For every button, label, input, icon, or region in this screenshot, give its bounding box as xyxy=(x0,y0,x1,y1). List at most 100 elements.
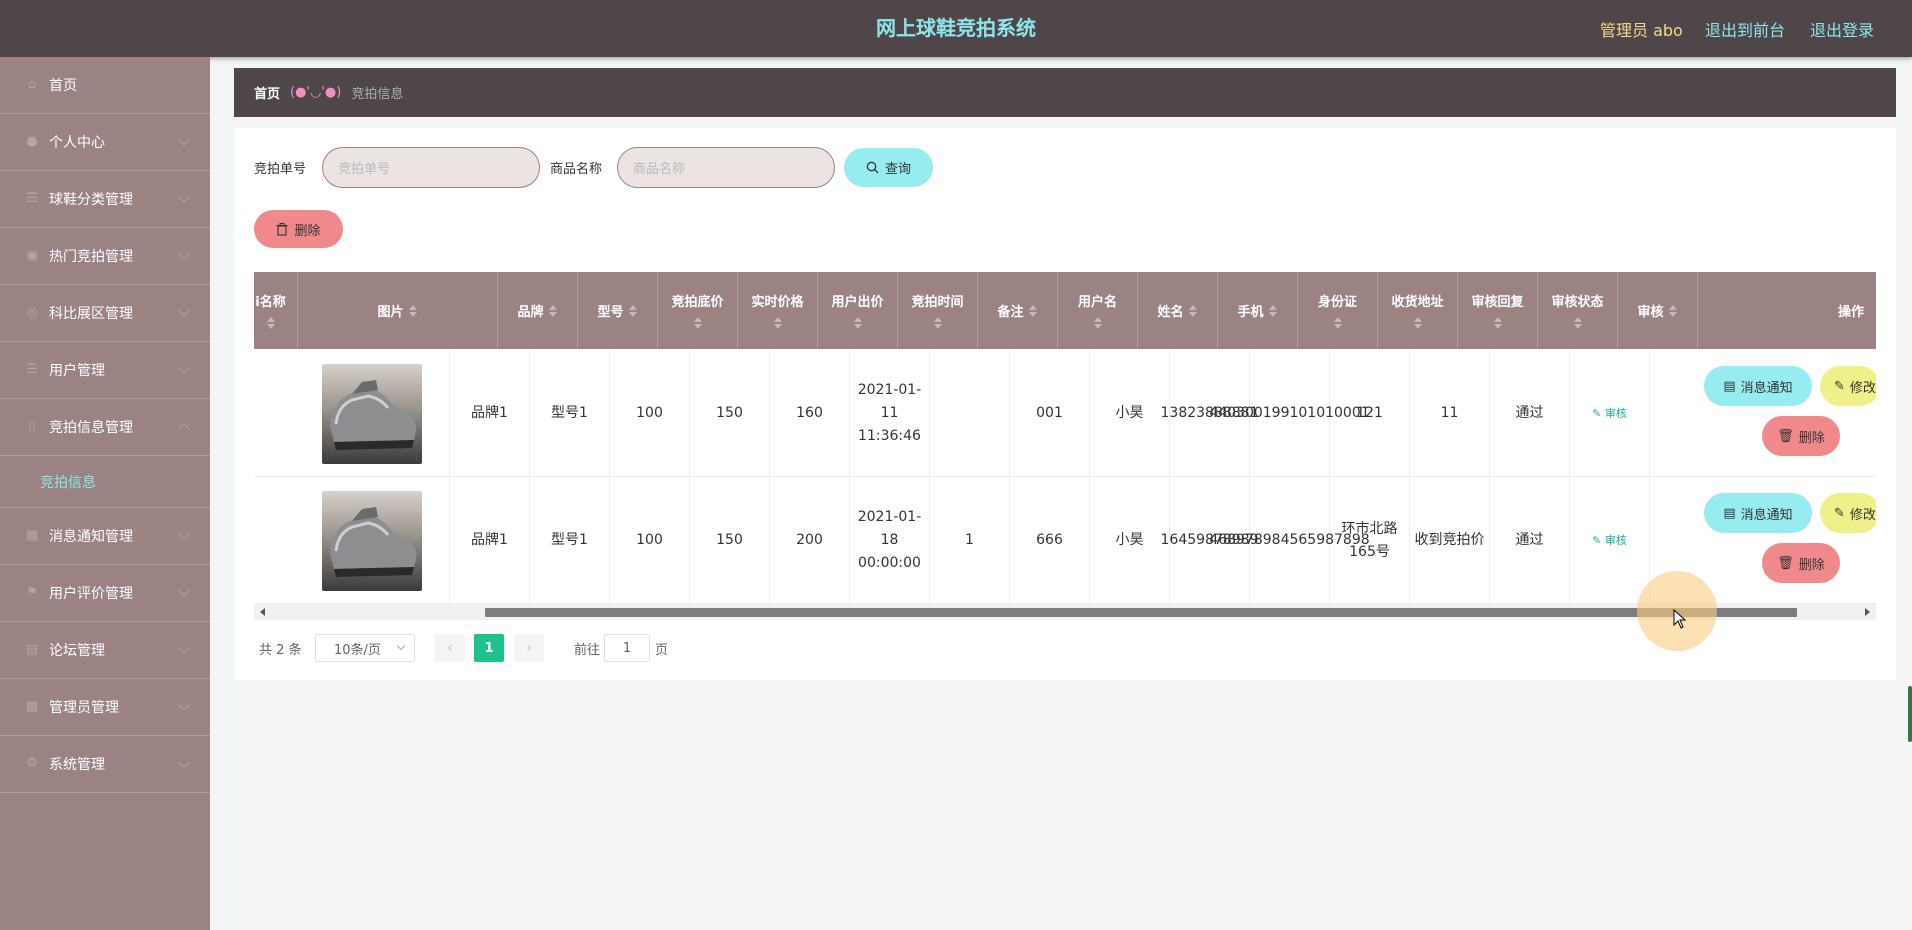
sidebar-item-label: 管理员管理 xyxy=(49,700,119,716)
edit-icon: ✎ xyxy=(1592,407,1605,420)
column-header-review-status[interactable]: 审核状态 xyxy=(1538,272,1618,349)
delete-button[interactable]: 🗑 删除 xyxy=(1762,416,1840,456)
column-header-brand[interactable]: 品牌 xyxy=(498,272,578,349)
review-link-label: 审核 xyxy=(1604,534,1627,547)
goto-label: 前往 xyxy=(574,643,601,658)
sidebar-item-category[interactable]: ☰ 球鞋分类管理 xyxy=(0,171,210,228)
column-header-product-name[interactable]: i名称 xyxy=(254,272,298,349)
shoe-icon xyxy=(329,379,416,450)
notify-button[interactable]: ▤ 消息通知 xyxy=(1704,366,1812,406)
notify-button-label: 消息通知 xyxy=(1740,380,1793,396)
column-header-name[interactable]: 姓名 xyxy=(1138,272,1218,349)
prev-page-button[interactable]: ‹ xyxy=(435,634,465,662)
column-header-image[interactable]: 图片 xyxy=(298,272,498,349)
page-number-current[interactable]: 1 xyxy=(474,634,504,662)
review-link[interactable]: ✎ 审核 xyxy=(1570,350,1650,477)
next-page-button[interactable]: › xyxy=(514,634,544,662)
sort-icon xyxy=(1413,316,1423,330)
column-header-remark[interactable]: 备注 xyxy=(978,272,1058,349)
column-header-address[interactable]: 收货地址 xyxy=(1378,272,1458,349)
table-horizontal-scrollbar[interactable] xyxy=(254,604,1876,620)
auction-no-label: 竞拍单号 xyxy=(254,162,307,177)
review-status-cell: 通过 xyxy=(1490,350,1570,477)
review-reply-cell: 11 xyxy=(1410,350,1490,477)
batch-delete-button[interactable]: 删除 xyxy=(254,210,343,248)
chevron-down-icon xyxy=(178,248,190,260)
remark-cell xyxy=(930,350,1010,477)
bid-cell: 200 xyxy=(770,477,850,604)
sidebar: ⌂ 首页 ● 个人中心 ☰ 球鞋分类管理 ▣ 热门竞拍管理 ◎ 科比展区管理 ☰ 用户管理 … xyxy=(0,57,210,930)
column-header-live-price[interactable]: 实时价格 xyxy=(738,272,818,349)
product-image[interactable] xyxy=(321,363,422,464)
column-header-review-reply[interactable]: 审核回复 xyxy=(1458,272,1538,349)
auction-no-input[interactable]: 竞拍单号 xyxy=(322,147,540,188)
sort-icon xyxy=(1668,304,1678,318)
sidebar-subitem-auction-info[interactable]: 竞拍信息 xyxy=(0,456,210,508)
table-header: i名称 图片 品牌 型号 竞拍底价 实时价格 用户出价 竞拍时间 备注 用户名 … xyxy=(254,272,1876,349)
sidebar-item-label: 竞拍信息管理 xyxy=(49,420,133,436)
column-header-model[interactable]: 型号 xyxy=(578,272,658,349)
time-cell: 2021-01-18 00:00:00 xyxy=(850,477,930,604)
document-icon: ▤ xyxy=(1723,378,1736,394)
review-link[interactable]: ✎ 审核 xyxy=(1570,477,1650,604)
column-label: 身份证 xyxy=(1317,295,1357,310)
column-header-base-price[interactable]: 竞拍底价 xyxy=(658,272,738,349)
scroll-right-icon[interactable] xyxy=(1865,608,1870,616)
page-size-select[interactable]: 10条/页 xyxy=(315,634,415,662)
notify-button[interactable]: ▤ 消息通知 xyxy=(1704,493,1812,533)
column-label: 竞拍底价 xyxy=(671,295,724,310)
chevron-down-icon xyxy=(178,134,190,146)
delete-button[interactable]: 🗑 删除 xyxy=(1762,543,1840,583)
sidebar-item-users[interactable]: ☰ 用户管理 xyxy=(0,342,210,399)
edit-button[interactable]: ✎ 修改 xyxy=(1820,366,1876,406)
column-label: 用户出价 xyxy=(831,295,884,310)
logout-link[interactable]: 退出登录 xyxy=(1810,17,1874,41)
scrollbar-thumb[interactable] xyxy=(485,608,1797,617)
table-row: 品牌1 型号1 100 150 200 2021-01-18 00:00:00 … xyxy=(254,477,1876,604)
sidebar-item-profile[interactable]: ● 个人中心 xyxy=(0,114,210,171)
name-cell: 小昊 xyxy=(1090,477,1170,604)
column-label: 用户名 xyxy=(1077,295,1117,310)
query-button-label: 查询 xyxy=(884,162,911,177)
table-row: 品牌1 型号1 100 150 160 2021-01-11 11:36:46 … xyxy=(254,350,1876,477)
column-header-username[interactable]: 用户名 xyxy=(1058,272,1138,349)
sidebar-item-auction-info[interactable]: ▯ 竞拍信息管理 xyxy=(0,399,210,456)
product-image[interactable] xyxy=(321,490,422,591)
shoe-icon xyxy=(329,506,416,577)
user-icon: ● xyxy=(26,134,38,149)
sidebar-item-notifications[interactable]: ▦ 消息通知管理 xyxy=(0,508,210,565)
sidebar-item-system[interactable]: ⚙ 系统管理 xyxy=(0,736,210,793)
edit-button[interactable]: ✎ 修改 xyxy=(1820,493,1876,533)
goto-page-input[interactable]: 1 xyxy=(604,634,650,662)
breadcrumb-home[interactable]: 首页 xyxy=(254,83,280,102)
model-cell: 型号1 xyxy=(530,350,610,477)
edit-button-label: 修改 xyxy=(1849,507,1876,523)
goto-suffix: 页 xyxy=(655,643,669,658)
column-header-bid[interactable]: 用户出价 xyxy=(818,272,898,349)
pencil-icon: ✎ xyxy=(1834,378,1845,394)
breadcrumb-separator: (●'◡'●) xyxy=(290,85,342,100)
sidebar-item-home[interactable]: ⌂ 首页 xyxy=(0,57,210,114)
column-header-phone[interactable]: 手机 xyxy=(1218,272,1298,349)
column-header-id-card[interactable]: 身份证 xyxy=(1298,272,1378,349)
sidebar-item-reviews[interactable]: ⚑ 用户评价管理 xyxy=(0,565,210,622)
sidebar-item-kobe-zone[interactable]: ◎ 科比展区管理 xyxy=(0,285,210,342)
sidebar-item-hot-auction[interactable]: ▣ 热门竞拍管理 xyxy=(0,228,210,285)
sort-icon xyxy=(628,304,638,318)
query-button[interactable]: 查询 xyxy=(844,148,933,187)
trash-icon: 🗑 xyxy=(1777,428,1794,444)
sidebar-item-forum[interactable]: ▤ 论坛管理 xyxy=(0,622,210,679)
back-to-front-link[interactable]: 退出到前台 xyxy=(1705,17,1785,41)
doc-icon: ▯ xyxy=(28,419,36,434)
column-header-review[interactable]: 审核 xyxy=(1618,272,1698,349)
side-tab[interactable] xyxy=(1908,686,1912,742)
sort-icon xyxy=(1188,304,1198,318)
sort-icon xyxy=(408,304,418,318)
bell-icon: ▦ xyxy=(25,528,39,543)
sidebar-item-admins[interactable]: ▩ 管理员管理 xyxy=(0,679,210,736)
column-header-time[interactable]: 竞拍时间 xyxy=(898,272,978,349)
search-icon xyxy=(866,161,879,174)
product-name-input[interactable]: 商品名称 xyxy=(617,147,835,188)
edit-button-label: 修改 xyxy=(1849,380,1876,396)
scroll-left-icon[interactable] xyxy=(260,608,265,616)
